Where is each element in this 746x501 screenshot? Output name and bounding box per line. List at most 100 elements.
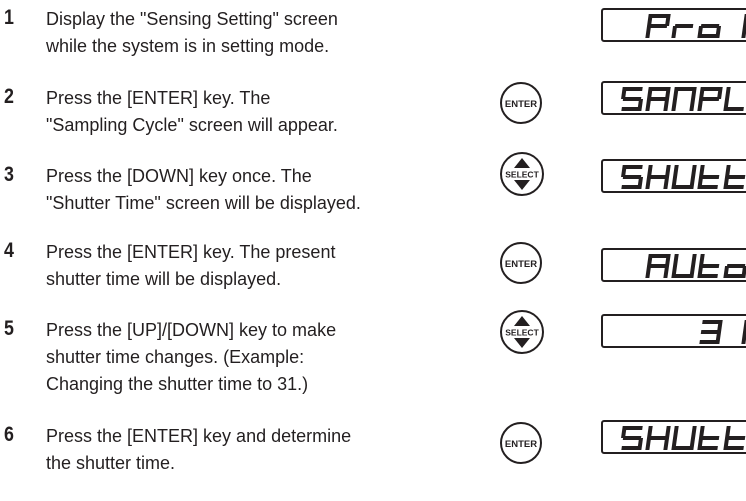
step-text-line: while the system is in setting mode. bbox=[46, 36, 330, 56]
lcd-display bbox=[601, 159, 746, 193]
lcd-char bbox=[697, 87, 723, 111]
step-text-line: "Sampling Cycle" screen will appear. bbox=[46, 115, 338, 135]
lcd-segment bbox=[676, 87, 695, 91]
step-number: 4 bbox=[4, 239, 14, 262]
lcd-segment bbox=[645, 26, 652, 38]
step-text: Press the [DOWN] key once. The "Shutter … bbox=[46, 163, 466, 217]
lcd-char bbox=[697, 254, 720, 278]
lcd-segment bbox=[700, 264, 720, 268]
lcd-segment bbox=[697, 99, 704, 111]
lcd-char bbox=[741, 14, 746, 38]
lcd-segment bbox=[689, 99, 696, 111]
step-text-line: shutter time changes. (Example: bbox=[46, 347, 305, 367]
step-text-line: the shutter time. bbox=[46, 453, 176, 473]
lcd-segment bbox=[741, 332, 746, 344]
step-text-line: Press the [UP]/[DOWN] key to make bbox=[46, 320, 337, 340]
step-text-line: Press the [ENTER] key. The present bbox=[46, 242, 336, 262]
lcd-segment bbox=[650, 14, 669, 18]
lcd-segment bbox=[691, 254, 697, 266]
lcd-segment bbox=[673, 274, 692, 278]
lcd-readout bbox=[621, 426, 746, 450]
step-number: 6 bbox=[4, 423, 14, 446]
lcd-segment bbox=[702, 87, 721, 91]
lcd-display bbox=[601, 314, 746, 348]
lcd-segment bbox=[648, 97, 668, 101]
lcd-char bbox=[645, 165, 671, 189]
step-number: 2 bbox=[4, 85, 14, 108]
select-key-label: SELECT bbox=[505, 328, 539, 338]
lcd-segment bbox=[689, 177, 696, 189]
select-key-label: SELECT bbox=[505, 170, 539, 180]
lcd-segment bbox=[673, 87, 679, 99]
enter-key-label: ENTER bbox=[505, 439, 537, 450]
lcd-readout bbox=[621, 165, 746, 189]
lcd-segment bbox=[624, 165, 643, 169]
lcd-segment bbox=[624, 87, 643, 91]
lcd-readout bbox=[645, 254, 746, 278]
step-text: Display the "Sensing Setting" screen whi… bbox=[46, 6, 466, 60]
lcd-char bbox=[723, 165, 746, 189]
step-text: Press the [UP]/[DOWN] key to make shutte… bbox=[46, 317, 466, 398]
lcd-segment bbox=[648, 175, 668, 179]
lcd-char bbox=[645, 87, 671, 111]
lcd-char bbox=[699, 320, 723, 344]
lcd-segment bbox=[699, 340, 718, 344]
lcd-segment bbox=[699, 34, 718, 38]
lcd-segment bbox=[726, 264, 746, 268]
lcd-segment bbox=[645, 266, 652, 278]
lcd-segment bbox=[621, 185, 640, 189]
lcd-char bbox=[697, 165, 720, 189]
select-up-down-key-icon: SELECT bbox=[499, 309, 545, 360]
lcd-segment bbox=[622, 97, 642, 101]
lcd-segment bbox=[700, 97, 720, 101]
lcd-readout bbox=[621, 87, 744, 111]
step-text-line: "Shutter Time" screen will be displayed. bbox=[46, 193, 361, 213]
enter-key-icon: ENTER bbox=[499, 81, 543, 130]
lcd-segment bbox=[648, 436, 668, 440]
step-text: Press the [ENTER] key. The "Sampling Cyc… bbox=[46, 85, 466, 139]
step-text-line: shutter time will be displayed. bbox=[46, 269, 282, 289]
lcd-segment bbox=[700, 330, 720, 334]
lcd-segment bbox=[699, 274, 718, 278]
lcd-segment bbox=[700, 436, 720, 440]
lcd-segment bbox=[673, 446, 692, 450]
step-text-line: Press the [ENTER] key and determine bbox=[46, 426, 352, 446]
lcd-display bbox=[601, 248, 746, 282]
lcd-segment bbox=[691, 426, 697, 438]
enter-key-label: ENTER bbox=[505, 259, 537, 270]
lcd-segment bbox=[673, 165, 679, 177]
lcd-segment bbox=[700, 24, 720, 28]
lcd-segment bbox=[691, 165, 697, 177]
lcd-segment bbox=[700, 175, 720, 179]
lcd-segment bbox=[725, 446, 744, 450]
lcd-char bbox=[697, 426, 720, 450]
lcd-char bbox=[723, 426, 746, 450]
lcd-char bbox=[741, 320, 746, 344]
lcd-char bbox=[723, 87, 744, 111]
lcd-segment bbox=[665, 426, 671, 438]
lcd-display bbox=[601, 420, 746, 454]
lcd-segment bbox=[673, 254, 679, 266]
step-text-line: Display the "Sensing Setting" screen bbox=[46, 9, 338, 29]
lcd-readout bbox=[699, 320, 746, 344]
lcd-segment bbox=[673, 185, 692, 189]
lcd-segment bbox=[725, 185, 744, 189]
lcd-segment bbox=[622, 175, 642, 179]
enter-key-label: ENTER bbox=[505, 99, 537, 110]
step-text-line: Press the [DOWN] key once. The bbox=[46, 166, 312, 186]
lcd-segment bbox=[650, 254, 669, 258]
step-number: 1 bbox=[4, 6, 14, 29]
lcd-segment bbox=[665, 165, 671, 177]
lcd-display bbox=[601, 8, 746, 42]
lcd-segment bbox=[725, 87, 731, 99]
lcd-segment bbox=[725, 107, 744, 111]
lcd-segment bbox=[671, 26, 678, 38]
lcd-segment bbox=[673, 426, 679, 438]
lcd-segment bbox=[645, 177, 652, 189]
lcd-char bbox=[645, 254, 671, 278]
lcd-segment bbox=[648, 24, 668, 28]
lcd-segment bbox=[645, 99, 652, 111]
lcd-segment bbox=[621, 107, 640, 111]
lcd-char bbox=[621, 426, 644, 450]
lcd-segment bbox=[624, 426, 643, 430]
